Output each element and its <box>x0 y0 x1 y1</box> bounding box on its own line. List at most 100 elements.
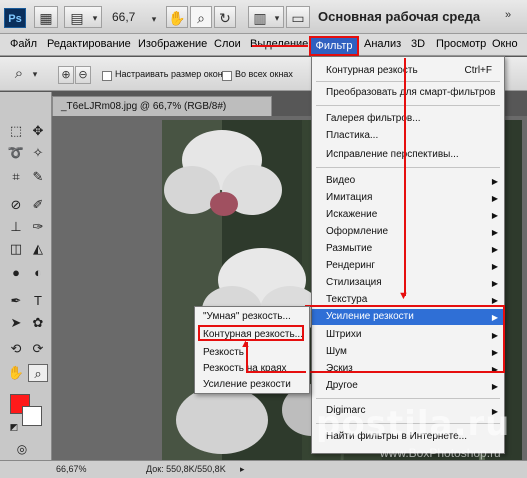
menu-3d[interactable]: 3D <box>411 38 425 50</box>
path-selection-icon[interactable]: ➤ <box>6 314 26 332</box>
menu-separator <box>316 398 500 399</box>
quick-mask-icon[interactable]: ◎ <box>12 440 32 458</box>
filter-last-filter-shortcut: Ctrl+F <box>464 65 493 76</box>
all-windows-label: Во всех окнах <box>235 69 293 79</box>
annotation-arrow-line <box>252 45 308 47</box>
annotation-arrow-line <box>246 371 306 373</box>
magnifier-icon[interactable]: ⌕ <box>8 63 30 85</box>
3d-orbit-icon[interactable]: ⟳ <box>28 340 48 358</box>
chevron-down-icon: ▾ <box>92 13 98 23</box>
menu-select[interactable]: Выделение <box>250 38 308 50</box>
menu-filter[interactable]: Фильтр <box>309 36 359 56</box>
type-icon[interactable]: T <box>28 292 48 310</box>
chevron-down-icon[interactable]: ▾ <box>148 8 160 30</box>
crop-icon[interactable]: ⌗ <box>6 168 26 186</box>
magic-wand-icon[interactable]: ✧ <box>28 144 48 162</box>
menu-layers[interactable]: Слои <box>214 38 241 50</box>
hand-icon: ✋ <box>168 10 186 26</box>
arrange-documents-button[interactable]: ▥ ▾ <box>248 6 284 28</box>
chevron-right-icon: ▶ <box>491 296 498 305</box>
menu-file[interactable]: Файл <box>10 38 37 50</box>
blur-icon[interactable]: ● <box>6 264 26 282</box>
hand-tool-button[interactable]: ✋ <box>166 6 188 28</box>
screen-mode-button[interactable]: ▭ <box>286 6 310 28</box>
chevron-right-icon: ▶ <box>491 262 498 271</box>
filter-group-texture[interactable]: Текстура <box>326 294 367 305</box>
annotation-arrow-line <box>404 58 406 296</box>
filter-group-blur[interactable]: Размытие <box>326 243 372 254</box>
dodge-icon[interactable]: ◐ <box>28 264 48 282</box>
menu-separator <box>316 81 500 82</box>
chevron-down-icon[interactable]: ▾ <box>30 63 40 85</box>
bridge-button[interactable]: ▦ <box>34 6 58 28</box>
filter-group-stylize[interactable]: Стилизация <box>326 277 382 288</box>
move-icon[interactable]: ✥ <box>28 122 48 140</box>
filter-group-video[interactable]: Видео <box>326 175 355 186</box>
filter-vanishing-point[interactable]: Исправление перспективы... <box>326 149 459 160</box>
pen-icon[interactable]: ✒ <box>6 292 26 310</box>
chevron-right-icon: ▶ <box>491 245 498 254</box>
filter-menu: Контурная резкость Ctrl+F Преобразовать … <box>311 56 505 454</box>
paint-bucket-icon[interactable]: ◭ <box>28 240 48 258</box>
default-colors-icon[interactable]: ◩ <box>4 418 24 436</box>
rotate-icon: ↻ <box>219 10 231 26</box>
double-chevron-icon[interactable]: » <box>505 9 511 21</box>
chevron-down-icon: ▾ <box>274 13 280 23</box>
submenu-smart-sharpen[interactable]: "Умная" резкость... <box>203 311 291 322</box>
zoom-tool-button[interactable]: ⌕ <box>190 6 212 28</box>
zoom-out-button[interactable]: ⊖ <box>75 66 91 84</box>
mini-bridge-button[interactable]: ▤ ▾ <box>64 6 102 28</box>
lasso-icon[interactable]: ➰ <box>6 144 26 162</box>
document-tab[interactable]: _T6eLJRm08.jpg @ 66,7% (RGB/8#) <box>52 96 272 116</box>
chevron-right-icon: ▶ <box>491 279 498 288</box>
eyedropper-icon[interactable]: ✎ <box>28 168 48 186</box>
filter-group-artistic[interactable]: Имитация <box>326 192 372 203</box>
screen-mode-icon: ▭ <box>291 10 305 26</box>
brush-icon[interactable]: ✐ <box>28 196 48 214</box>
marquee-icon[interactable]: ⬚ <box>6 122 26 140</box>
sharpen-submenu: "Умная" резкость... Контурная резкость..… <box>194 306 310 394</box>
history-brush-icon[interactable]: ✑ <box>28 218 48 236</box>
all-windows-checkbox[interactable] <box>222 71 232 81</box>
chevron-right-icon: ▶ <box>491 177 498 186</box>
toolbox: ⬚ ✥ ➰ ✧ ⌗ ✎ ⊘ ✐ ⊥ ✑ ◫ ◭ ● ◐ ✒ T ➤ ✿ ⟲ ⟳ … <box>0 92 52 460</box>
sharpen-group-annotation-box <box>305 305 505 373</box>
watermark: postila.ru <box>316 404 511 444</box>
zoom-out-icon: ⊖ <box>78 69 88 81</box>
background-color-swatch[interactable] <box>22 406 42 426</box>
hand-icon[interactable]: ✋ <box>6 364 26 382</box>
eraser-icon[interactable]: ◫ <box>6 240 26 258</box>
filter-group-pixelate[interactable]: Оформление <box>326 226 388 237</box>
photoshop-logo: Ps <box>4 8 26 28</box>
filter-group-render[interactable]: Рендеринг <box>326 260 375 271</box>
healing-brush-icon[interactable]: ⊘ <box>6 196 26 214</box>
custom-shape-icon[interactable]: ✿ <box>28 314 48 332</box>
submenu-sharpen[interactable]: Резкость <box>203 347 244 358</box>
3d-rotate-icon[interactable]: ⟲ <box>6 340 26 358</box>
menu-analysis[interactable]: Анализ <box>364 38 401 50</box>
menu-view[interactable]: Просмотр <box>436 38 486 50</box>
filter-gallery[interactable]: Галерея фильтров... <box>326 113 421 124</box>
zoom-tool-icon[interactable]: ⌕ <box>28 364 48 382</box>
status-menu-arrow-icon[interactable]: ▸ <box>240 464 245 475</box>
clone-stamp-icon[interactable]: ⊥ <box>6 218 26 236</box>
menu-edit[interactable]: Редактирование <box>47 38 131 50</box>
menu-image[interactable]: Изображение <box>138 38 207 50</box>
submenu-sharpen-more[interactable]: Усиление резкости <box>203 379 291 390</box>
filter-group-distort[interactable]: Искажение <box>326 209 377 220</box>
rotate-view-button[interactable]: ↻ <box>214 6 236 28</box>
filter-liquify[interactable]: Пластика... <box>326 130 378 141</box>
menu-window[interactable]: Окно <box>492 38 518 50</box>
chevron-right-icon: ▶ <box>491 228 498 237</box>
menu-separator <box>316 167 500 168</box>
zoom-level-select[interactable]: 66,7 <box>112 10 135 24</box>
arrow-down-icon: ▼ <box>398 290 409 302</box>
filter-convert-smart[interactable]: Преобразовать для смарт-фильтров <box>326 87 495 98</box>
filter-group-other[interactable]: Другое <box>326 380 358 391</box>
zoom-in-button[interactable]: ⊕ <box>58 66 74 84</box>
image-icon: ▦ <box>39 10 53 26</box>
status-doc-size: Док: 550,8K/550,8K <box>146 464 226 474</box>
status-zoom[interactable]: 66,67% <box>56 464 87 474</box>
fit-windows-checkbox[interactable] <box>102 71 112 81</box>
workspace-switcher[interactable]: Основная рабочая среда <box>318 9 480 24</box>
